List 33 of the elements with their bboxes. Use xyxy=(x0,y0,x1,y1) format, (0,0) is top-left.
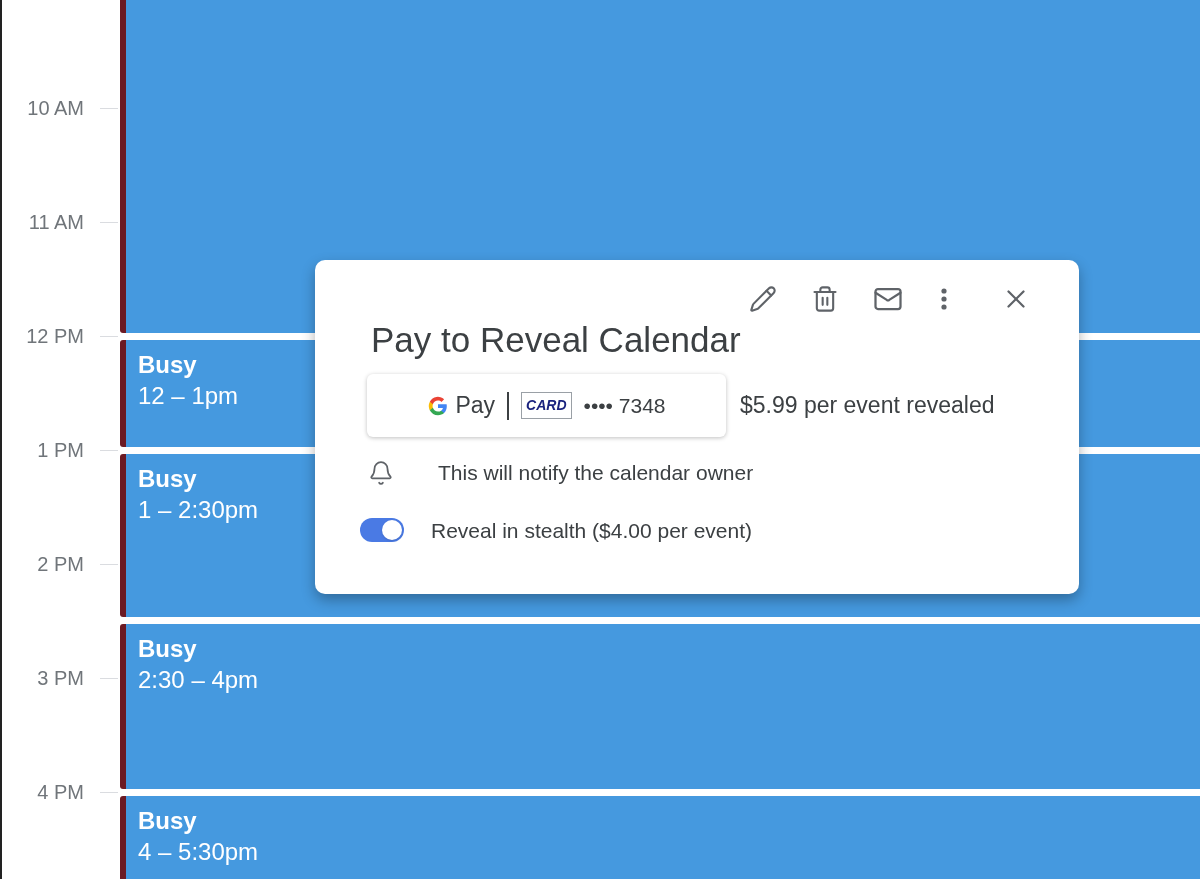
google-logo-icon xyxy=(427,394,450,417)
event-title: Busy xyxy=(138,634,197,664)
event-time: 12 – 1pm xyxy=(138,381,239,411)
pencil-icon xyxy=(749,285,777,313)
more-icon xyxy=(941,288,947,310)
stealth-toggle[interactable] xyxy=(360,518,404,543)
event-time: 4 – 5:30pm xyxy=(138,837,259,867)
more-options-button[interactable] xyxy=(941,288,947,310)
time-label: 4 PM xyxy=(36,780,84,805)
price-text: $5.99 per event revealed xyxy=(740,391,995,421)
time-label: 11 AM xyxy=(27,210,84,235)
google-pay-button[interactable]: Pay CARD •••• 7348 xyxy=(367,374,726,437)
event-time: 2:30 – 4pm xyxy=(138,665,259,695)
time-label: 3 PM xyxy=(36,666,84,691)
card-badge: CARD xyxy=(521,392,572,419)
popup-title: Pay to Reveal Calendar xyxy=(371,319,742,361)
time-label: 2 PM xyxy=(36,552,84,577)
bell-icon xyxy=(368,459,394,486)
card-number: •••• 7348 xyxy=(583,392,666,419)
event-time: 1 – 2:30pm xyxy=(138,495,259,525)
delete-button[interactable] xyxy=(811,285,839,313)
time-label: 12 PM xyxy=(25,324,84,349)
event-block[interactable]: Busy 2:30 – 4pm xyxy=(120,624,1200,789)
stealth-label: Reveal in stealth ($4.00 per event) xyxy=(431,517,753,544)
trash-icon xyxy=(811,285,839,313)
edit-button[interactable] xyxy=(749,285,777,313)
event-block[interactable]: Busy 4 – 5:30pm xyxy=(120,796,1200,879)
event-title: Busy xyxy=(138,464,197,494)
notice-text: This will notify the calendar owner xyxy=(438,460,754,486)
time-label: 10 AM xyxy=(26,96,84,121)
event-title: Busy xyxy=(138,806,197,836)
time-label: 1 PM xyxy=(36,438,84,463)
event-title: Busy xyxy=(138,350,197,380)
